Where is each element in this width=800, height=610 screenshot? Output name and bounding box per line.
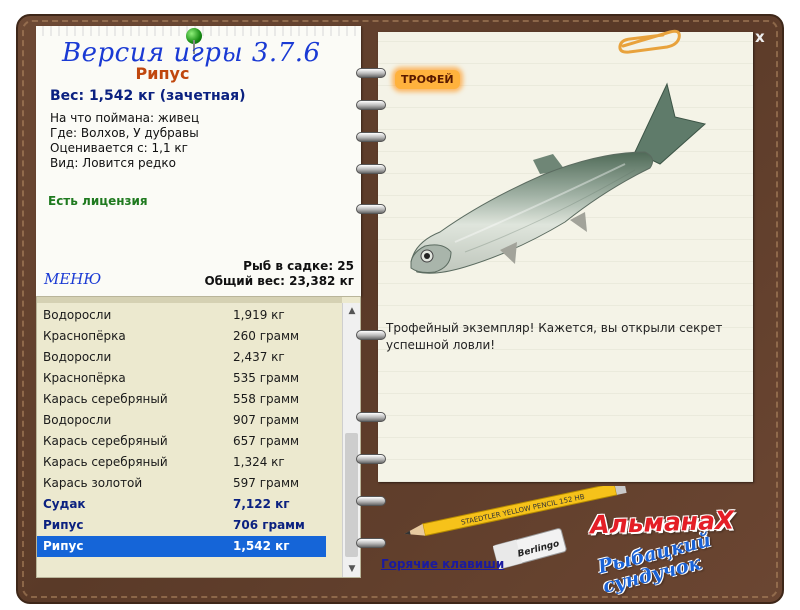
catch-row[interactable]: Карась серебряный 1,324 кг: [37, 452, 344, 473]
catch-fish-name: Водоросли: [43, 308, 112, 322]
trophy-caption: Трофейный экземпляр! Кажется, вы открыли…: [386, 321, 723, 352]
catch-row[interactable]: Рипус 706 грамм: [37, 515, 344, 536]
catch-row[interactable]: Рипус 1,542 кг: [37, 536, 326, 557]
catch-row[interactable]: Краснопёрка 260 грамм: [37, 326, 344, 347]
total-weight: Общий вес: 23,382 кг: [204, 274, 354, 288]
hotkeys-link[interactable]: Горячие клавиши: [381, 557, 504, 571]
spiral-ring: [356, 496, 386, 506]
arrow-down-icon[interactable]: ▼: [343, 561, 361, 577]
catch-fish-weight: 907 грамм: [233, 413, 300, 427]
catch-fish-name: Краснопёрка: [43, 329, 126, 343]
catch-fish-weight: 1,542 кг: [233, 539, 290, 553]
catch-fish-name: Водоросли: [43, 350, 112, 364]
spiral-ring: [356, 100, 386, 110]
catch-fish-weight: 1,919 кг: [233, 308, 285, 322]
catch-row[interactable]: Судак 7,122 кг: [37, 494, 344, 515]
spiral-ring: [356, 538, 386, 548]
close-icon[interactable]: x: [755, 28, 765, 46]
list-scrollbar[interactable]: ▲ ▼: [342, 303, 360, 577]
spiral-ring: [356, 330, 386, 340]
catch-row[interactable]: Карась золотой 597 грамм: [37, 473, 344, 494]
info-bait: На что поймана: живец: [50, 111, 200, 125]
catch-fish-name: Судак: [43, 497, 86, 511]
catch-fish-name: Рипус: [43, 539, 84, 553]
catch-row[interactable]: Краснопёрка 535 грамм: [37, 368, 344, 389]
menu-link[interactable]: МЕНЮ: [44, 270, 101, 288]
spiral-ring: [356, 204, 386, 214]
scroll-thumb[interactable]: [345, 433, 358, 557]
spiral-ring: [356, 68, 386, 78]
catch-fish-weight: 597 грамм: [233, 476, 300, 490]
catch-fish-name: Рипус: [43, 518, 84, 532]
catch-row[interactable]: Карась серебряный 558 грамм: [37, 389, 344, 410]
fish-count: Рыб в садке: 25: [243, 259, 354, 273]
catch-fish-name: Карась серебряный: [43, 455, 168, 469]
catch-fish-weight: 657 грамм: [233, 434, 300, 448]
fish-illustration: [410, 82, 707, 274]
arrow-up-icon[interactable]: ▲: [343, 303, 361, 319]
catch-fish-weight: 260 грамм: [233, 329, 300, 343]
spiral-ring: [356, 454, 386, 464]
fish-weight: Вес: 1,542 кг (зачетная): [50, 88, 246, 104]
catch-fish-weight: 706 грамм: [233, 518, 305, 532]
info-threshold: Оценивается с: 1,1 кг: [50, 141, 188, 155]
catch-list[interactable]: Водоросли 1,919 кг Краснопёрка 260 грамм Вод…: [37, 303, 344, 577]
spiral-ring: [356, 132, 386, 142]
catch-fish-weight: 7,122 кг: [233, 497, 290, 511]
catch-fish-weight: 535 грамм: [233, 371, 300, 385]
spiral-ring: [356, 412, 386, 422]
paperclip-icon: [618, 29, 681, 54]
catch-row[interactable]: Водоросли 2,437 кг: [37, 347, 344, 368]
cage-stats: Рыб в садке: 25 Общий вес: 23,382 кг: [200, 259, 354, 289]
spiral-ring: [356, 164, 386, 174]
info-location: Где: Волхов, У дубравы: [50, 126, 199, 140]
catch-fish-name: Карась серебряный: [43, 392, 168, 406]
catch-fish-weight: 2,437 кг: [233, 350, 285, 364]
catch-fish-name: Краснопёрка: [43, 371, 126, 385]
catch-row[interactable]: Карась серебряный 657 грамм: [37, 431, 344, 452]
catch-row[interactable]: Водоросли 1,919 кг: [37, 305, 344, 326]
catch-fish-weight: 1,324 кг: [233, 455, 285, 469]
catch-fish-weight: 558 грамм: [233, 392, 300, 406]
catch-fish-name: Карась серебряный: [43, 434, 168, 448]
info-rarity: Вид: Ловится редко: [50, 156, 176, 170]
catch-fish-name: Водоросли: [43, 413, 112, 427]
fish-name: Рипус: [135, 64, 190, 83]
catch-row[interactable]: Водоросли 907 грамм: [37, 410, 344, 431]
catch-fish-name: Карась золотой: [43, 476, 143, 490]
pencil-label: STAEDTLER YELLOW PENCIL 152 HB: [460, 493, 585, 527]
license-status: Есть лицензия: [48, 194, 148, 208]
catch-list-panel: Водоросли 1,919 кг Краснопёрка 260 грамм Вод…: [36, 296, 361, 578]
